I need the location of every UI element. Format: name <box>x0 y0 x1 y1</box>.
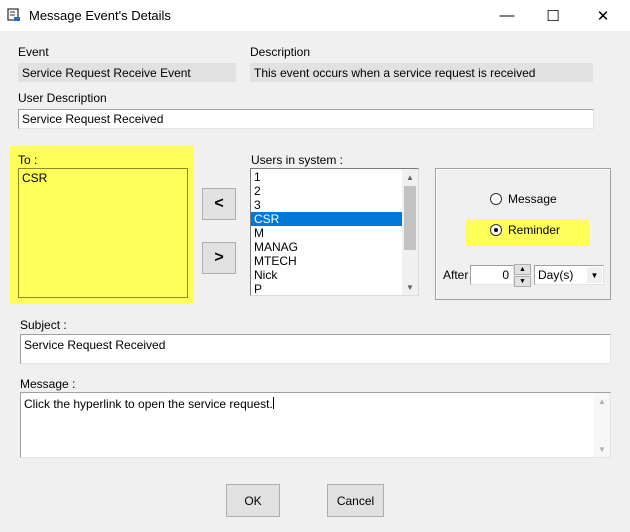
after-value-input[interactable]: 0 <box>470 265 514 285</box>
message-text: Click the hyperlink to open the service … <box>24 397 273 411</box>
ok-button[interactable]: OK <box>226 484 280 517</box>
users-listbox[interactable]: 1 2 3 CSR M MANAG MTECH Nick P ▲ ▼ <box>250 168 419 296</box>
message-radio-label: Message <box>508 192 557 206</box>
text-caret <box>272 397 274 409</box>
to-label: To : <box>18 153 38 167</box>
users-list-item[interactable]: 1 <box>251 170 403 184</box>
users-list-item[interactable]: Nick <box>251 268 403 282</box>
after-unit-select[interactable]: Day(s) ▼ <box>534 265 604 285</box>
users-list-item[interactable]: 3 <box>251 198 403 212</box>
scroll-up-icon[interactable]: ▲ <box>594 393 610 409</box>
maximize-button[interactable]: ☐ <box>530 0 576 31</box>
reminder-radio[interactable]: Reminder <box>490 223 560 237</box>
to-list-item[interactable]: CSR <box>19 171 187 185</box>
minimize-button[interactable]: — <box>484 0 530 31</box>
scroll-down-icon[interactable]: ▼ <box>594 441 610 457</box>
message-label: Message : <box>20 377 76 391</box>
users-list-item[interactable]: MTECH <box>251 254 403 268</box>
cancel-button[interactable]: Cancel <box>327 484 384 517</box>
title-bar: Message Event's Details — ☐ ✕ <box>0 0 630 31</box>
reminder-radio-label: Reminder <box>508 223 561 237</box>
subject-label: Subject : <box>20 318 67 332</box>
users-list-item[interactable]: M <box>251 226 403 240</box>
window-title: Message Event's Details <box>29 8 171 23</box>
users-list-item-selected[interactable]: CSR <box>251 212 403 226</box>
scroll-thumb[interactable] <box>404 186 416 250</box>
close-button[interactable]: ✕ <box>580 0 626 31</box>
message-textarea[interactable]: Click the hyperlink to open the service … <box>20 392 611 458</box>
to-listbox[interactable]: CSR <box>18 168 188 298</box>
stepper-down-icon[interactable]: ▼ <box>514 276 531 287</box>
event-field: Service Request Receive Event <box>18 63 236 82</box>
message-scrollbar[interactable]: ▲ ▼ <box>594 393 610 457</box>
scroll-up-icon[interactable]: ▲ <box>402 169 418 185</box>
close-icon: ✕ <box>596 7 610 25</box>
users-list-item[interactable]: MANAG <box>251 240 403 254</box>
after-unit-value: Day(s) <box>538 268 574 282</box>
after-stepper[interactable]: ▲ ▼ <box>514 264 531 287</box>
after-label: After <box>443 268 469 282</box>
stepper-up-icon[interactable]: ▲ <box>514 264 531 275</box>
scroll-down-icon[interactable]: ▼ <box>402 279 418 295</box>
radio-off-icon <box>490 193 502 205</box>
chevron-down-icon[interactable]: ▼ <box>587 267 602 283</box>
user-description-label: User Description <box>18 91 107 105</box>
subject-input[interactable]: Service Request Received <box>20 334 611 364</box>
event-label: Event <box>18 45 49 59</box>
add-user-button[interactable]: > <box>202 242 236 274</box>
radio-on-icon <box>490 224 502 236</box>
maximize-icon: ☐ <box>546 7 560 25</box>
users-label: Users in system : <box>251 153 344 167</box>
user-description-input[interactable]: Service Request Received <box>18 109 594 129</box>
description-label: Description <box>250 45 311 59</box>
users-list-item[interactable]: 2 <box>251 184 403 198</box>
minimize-icon: — <box>499 7 515 24</box>
users-scrollbar[interactable]: ▲ ▼ <box>402 169 418 295</box>
users-list-item[interactable]: P <box>251 282 403 295</box>
remove-user-button[interactable]: < <box>202 188 236 220</box>
message-radio[interactable]: Message <box>490 192 557 206</box>
description-field: This event occurs when a service request… <box>250 63 593 82</box>
app-icon <box>7 8 20 21</box>
